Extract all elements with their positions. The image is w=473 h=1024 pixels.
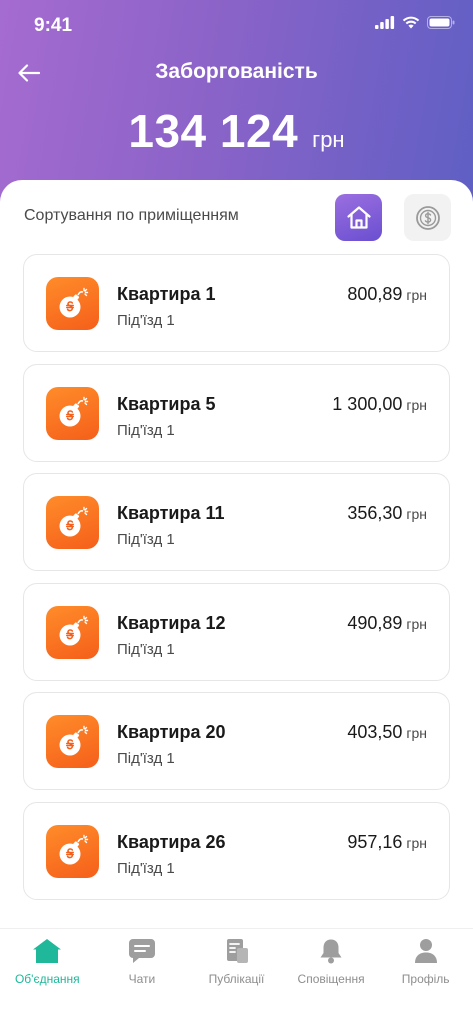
apartment-card[interactable]: Квартира 26 Під'їзд 1 957,16 грн <box>23 801 450 900</box>
page-title: Заборгованість <box>155 60 318 83</box>
debt-bomb-icon <box>46 715 99 769</box>
apartment-card[interactable]: Квартира 11 Під'їзд 1 356,30 грн <box>23 473 450 572</box>
apartment-name: Квартира 26 <box>117 831 226 852</box>
apartment-entrance: Під'їзд 1 <box>117 312 175 329</box>
debt-currency: грн <box>406 396 427 413</box>
wifi-icon <box>402 16 420 29</box>
sort-by-amount-button[interactable] <box>404 194 451 241</box>
debt-amount: 1 300,00 <box>332 393 403 414</box>
sort-label: Сортування по приміщенням <box>24 207 239 224</box>
apartment-entrance: Під'їзд 1 <box>117 640 175 658</box>
status-icons <box>375 16 455 29</box>
tab-notifications[interactable]: Сповіщення <box>284 929 379 1024</box>
debt-currency: грн <box>406 834 427 851</box>
debt-currency: грн <box>406 506 427 523</box>
tab-association[interactable]: Об'єднання <box>0 929 95 1024</box>
tab-publications[interactable]: Публікації <box>189 929 284 1024</box>
profile-icon <box>414 937 438 965</box>
status-time: 9:41 <box>34 15 73 36</box>
debt-bomb-icon <box>46 605 99 659</box>
apartment-debt: 1 300,00 грн <box>332 394 427 415</box>
tab-label: Публікації <box>208 972 265 986</box>
debt-bomb-icon <box>46 824 99 878</box>
apartment-card[interactable]: Квартира 5 Під'їзд 1 1 300,00 грн <box>23 363 450 462</box>
apartment-entrance: Під'їзд 1 <box>117 750 175 768</box>
apartment-name: Квартира 1 <box>117 284 216 304</box>
debt-amount: 356,30 <box>347 503 403 524</box>
debt-currency: грн <box>406 287 427 303</box>
house-icon <box>346 206 371 229</box>
home-icon <box>32 937 62 965</box>
debt-currency: грн <box>406 615 427 632</box>
apartment-entrance: Під'їзд 1 <box>117 859 175 877</box>
apartment-name: Квартира 20 <box>117 722 226 743</box>
debt-bomb-icon <box>46 277 99 330</box>
bottom-tab-bar: Об'єднання Чати Публікації Сповіщення Пр… <box>0 928 473 1024</box>
sort-by-premises-button[interactable] <box>335 194 382 241</box>
debt-currency: грн <box>406 725 427 742</box>
apartment-name: Квартира 5 <box>117 393 216 414</box>
bell-icon <box>319 937 343 965</box>
apartment-debt: 356,30 грн <box>347 503 427 524</box>
debt-bomb-icon <box>46 496 99 550</box>
apartment-card[interactable]: Квартира 20 Під'їзд 1 403,50 грн <box>23 692 450 791</box>
apartment-name: Квартира 11 <box>117 503 225 524</box>
apartment-card[interactable]: Квартира 1 Під'їзд 1 800,89 грн <box>23 254 450 352</box>
apartment-entrance: Під'їзд 1 <box>117 421 175 439</box>
signal-icon <box>375 16 395 29</box>
status-bar: 9:41 <box>0 0 473 50</box>
apartment-card[interactable]: Квартира 12 Під'їзд 1 490,89 грн <box>23 582 450 681</box>
debt-amount: 403,50 <box>347 722 403 743</box>
debt-amount: 490,89 <box>347 612 403 633</box>
total-amount: 134 124 <box>128 105 299 157</box>
coin-icon <box>415 205 440 230</box>
debt-amount: 957,16 <box>347 831 403 852</box>
apartment-debt: 957,16 грн <box>347 832 427 853</box>
apartment-name: Квартира 12 <box>117 612 226 633</box>
apartment-entrance: Під'їзд 1 <box>117 531 175 549</box>
debt-bomb-icon <box>46 386 99 440</box>
tab-label: Сповіщення <box>297 972 365 986</box>
battery-icon <box>427 16 455 29</box>
debt-amount: 800,89 <box>347 284 403 304</box>
tab-label: Профіль <box>401 972 450 986</box>
chat-icon <box>128 937 156 965</box>
apartment-debt: 490,89 грн <box>347 613 427 634</box>
publications-icon <box>223 937 249 965</box>
tab-label: Об'єднання <box>14 972 80 986</box>
total-debt: 134 124 грн <box>0 104 473 158</box>
tab-profile[interactable]: Профіль <box>378 929 473 1024</box>
apartment-debt: 800,89 грн <box>347 284 427 305</box>
apartment-debt: 403,50 грн <box>347 722 427 743</box>
tab-label: Чати <box>128 972 156 986</box>
apartment-list: Квартира 1 Під'їзд 1 800,89 грн Квартира … <box>23 254 450 912</box>
total-currency: грн <box>312 127 345 152</box>
tab-chats[interactable]: Чати <box>95 929 190 1024</box>
